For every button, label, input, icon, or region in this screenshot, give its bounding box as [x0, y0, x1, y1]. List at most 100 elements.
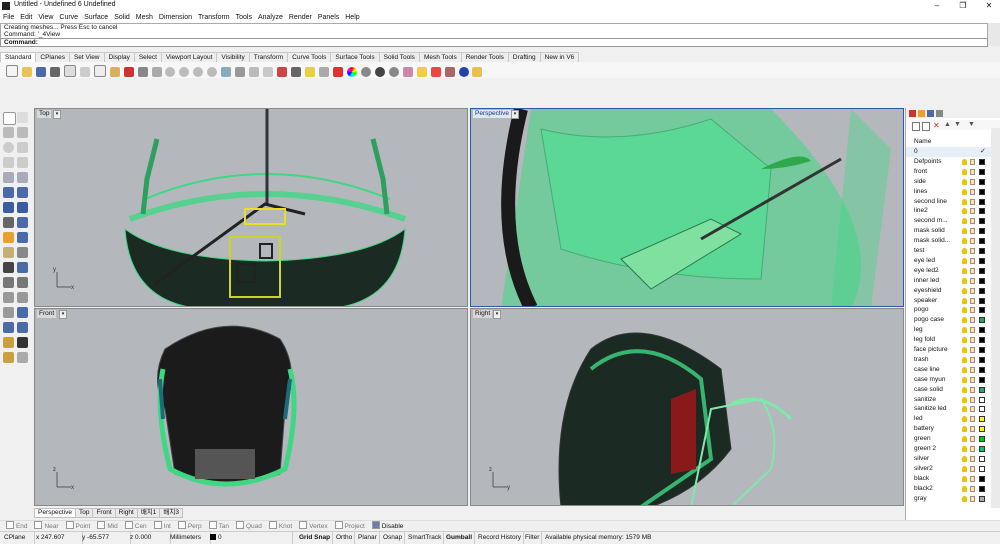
lock-icon[interactable]	[970, 455, 975, 462]
light-bulb-icon[interactable]	[962, 287, 967, 294]
light-bulb-icon[interactable]	[962, 198, 967, 205]
trim-icon[interactable]	[3, 262, 14, 273]
menu-curve[interactable]: Curve	[56, 12, 81, 23]
layer-color-swatch[interactable]	[979, 416, 985, 423]
layer-color-swatch[interactable]	[979, 158, 985, 165]
layer-row[interactable]: eye led2	[906, 266, 992, 276]
layer-row[interactable]: green 2	[906, 444, 992, 454]
light-bulb-icon[interactable]	[962, 406, 967, 413]
layer-color-swatch[interactable]	[979, 257, 985, 264]
maximize-icon[interactable]: ❐	[954, 0, 972, 12]
layer-name[interactable]: front	[914, 167, 927, 177]
display-mode-icon[interactable]	[360, 67, 371, 77]
undo-view-icon[interactable]	[221, 67, 232, 77]
rectangle-icon[interactable]	[17, 157, 28, 168]
layer-name[interactable]: pogo	[914, 305, 928, 315]
layer-name[interactable]: second line	[914, 197, 947, 207]
chevron-down-icon[interactable]: ▾	[493, 310, 501, 319]
light-bulb-icon[interactable]	[962, 426, 967, 433]
freeform-icon[interactable]	[17, 172, 28, 183]
light-bulb-icon[interactable]	[962, 356, 967, 363]
new-sublayer-icon[interactable]	[922, 122, 930, 131]
menu-dimension[interactable]: Dimension	[156, 12, 195, 23]
dimension-icon[interactable]	[3, 247, 14, 258]
open-folder-icon[interactable]	[21, 67, 32, 77]
status-filter[interactable]: Filter	[523, 532, 543, 544]
tab-solid-tools[interactable]: Solid Tools	[378, 52, 420, 62]
tab-curve-tools[interactable]: Curve Tools	[287, 52, 332, 62]
lock-icon[interactable]	[970, 465, 975, 472]
layer-color-swatch[interactable]	[979, 188, 985, 195]
paste-icon[interactable]	[109, 67, 120, 77]
viewport-label-top[interactable]: Top	[37, 110, 52, 118]
layer-row[interactable]: sanitize led	[906, 404, 992, 414]
lock-icon[interactable]	[291, 67, 302, 77]
layer-row[interactable]: eye led	[906, 256, 992, 266]
menu-edit[interactable]: Edit	[17, 12, 35, 23]
lock-icon[interactable]	[970, 257, 975, 264]
solid-box-icon[interactable]	[3, 202, 14, 213]
light-bulb-icon[interactable]	[962, 376, 967, 383]
lock-icon[interactable]	[970, 406, 975, 413]
new-file-icon[interactable]	[6, 65, 18, 77]
hide-icon[interactable]	[277, 67, 288, 77]
four-view-icon[interactable]	[235, 67, 246, 77]
light-bulb-icon[interactable]	[962, 248, 967, 254]
viewport-top[interactable]: y x Top ▾	[34, 108, 468, 307]
lock-icon[interactable]	[970, 188, 975, 195]
layer-row[interactable]: green	[906, 434, 992, 444]
lock-icon[interactable]	[970, 327, 975, 334]
layer-color-swatch[interactable]	[979, 208, 985, 215]
layer-row[interactable]: case solid	[906, 385, 992, 395]
environment-icon[interactable]	[458, 67, 469, 77]
layer-color-swatch[interactable]	[979, 337, 985, 344]
save-icon[interactable]	[35, 67, 46, 77]
light-bulb-icon[interactable]	[962, 386, 967, 393]
viewport-label-perspective[interactable]: Perspective	[473, 110, 511, 118]
layer-color-swatch[interactable]	[979, 495, 985, 502]
viewport-tab-right[interactable]: Right	[114, 508, 138, 518]
ellipse-icon[interactable]	[3, 157, 14, 168]
tab-drafting[interactable]: Drafting	[507, 52, 541, 62]
menu-tools[interactable]: Tools	[233, 12, 255, 23]
layer-name[interactable]: mask solid...	[914, 236, 950, 246]
move-icon[interactable]	[3, 292, 14, 303]
viewport-tab-top[interactable]: Top	[74, 508, 94, 518]
tab-cplanes[interactable]: CPlanes	[35, 52, 70, 62]
command-input[interactable]: Command:	[0, 38, 988, 47]
menu-analyze[interactable]: Analyze	[255, 12, 286, 23]
texture-icon[interactable]	[444, 67, 455, 77]
pan-icon[interactable]	[137, 67, 148, 77]
light-bulb-icon[interactable]	[962, 475, 967, 482]
light-bulb-icon[interactable]	[962, 436, 967, 443]
select-arrow-icon[interactable]	[3, 112, 16, 125]
lock-icon[interactable]	[970, 485, 975, 492]
viewport-tab-front[interactable]: Front	[92, 508, 116, 518]
light-bulb-icon[interactable]	[962, 257, 967, 264]
properties-icon[interactable]	[332, 67, 343, 77]
light-icon[interactable]	[3, 232, 14, 243]
chevron-down-icon[interactable]: ▾	[511, 110, 519, 119]
layer-row[interactable]: gray	[906, 494, 992, 504]
lock-icon[interactable]	[970, 238, 975, 245]
text-icon[interactable]	[17, 247, 28, 258]
select-icon[interactable]	[263, 67, 274, 77]
layer-name[interactable]: eye led2	[914, 266, 939, 276]
analyze-icon[interactable]	[318, 67, 329, 77]
layer-row[interactable]: speaker	[906, 296, 992, 306]
display-tab-icon[interactable]	[927, 110, 934, 117]
light-bulb-icon[interactable]	[962, 178, 967, 185]
import-icon[interactable]	[63, 65, 76, 77]
layer-color-swatch[interactable]	[979, 277, 985, 284]
layer-name[interactable]: leg fold	[914, 335, 935, 345]
menu-mesh[interactable]: Mesh	[133, 12, 156, 23]
layer-row[interactable]: side	[906, 177, 992, 187]
layer-row[interactable]: battery	[906, 424, 992, 434]
layer-row[interactable]: 0 ✓	[906, 147, 992, 157]
mirror-icon[interactable]	[17, 322, 28, 333]
layer-color-swatch[interactable]	[979, 347, 985, 353]
print-icon[interactable]	[49, 67, 60, 77]
menu-solid[interactable]: Solid	[111, 12, 133, 23]
light-bulb-icon[interactable]	[962, 416, 967, 423]
lock-icon[interactable]	[970, 208, 975, 215]
